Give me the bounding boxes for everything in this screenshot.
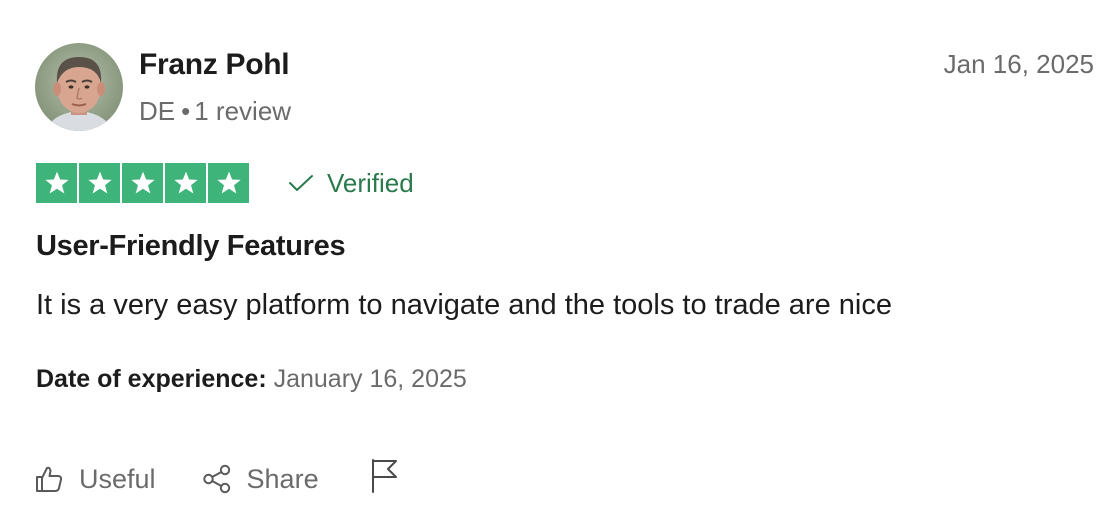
verified-badge[interactable]: Verified [288, 166, 414, 200]
share-button[interactable]: Share [202, 459, 319, 499]
reviewer-photo-icon [35, 43, 123, 131]
star-icon [208, 163, 249, 203]
meta-separator: • [181, 96, 191, 126]
star-icon [122, 163, 163, 203]
reviewer-name[interactable]: Franz Pohl [139, 47, 290, 83]
verified-label: Verified [327, 168, 414, 198]
review-body: It is a very easy platform to navigate a… [36, 289, 892, 321]
star-rating [36, 163, 249, 203]
share-icon [202, 464, 232, 494]
star-icon [79, 163, 120, 203]
avatar[interactable] [35, 43, 123, 131]
check-icon [288, 174, 314, 192]
share-label: Share [246, 463, 319, 494]
review-actions: Useful Share [34, 458, 399, 499]
useful-button[interactable]: Useful [34, 459, 156, 499]
star-icon [165, 163, 206, 203]
reviewer-review-count: 1 review [194, 96, 292, 126]
thumbs-up-icon [34, 464, 64, 494]
reviewer-country: DE [139, 96, 176, 126]
experience-date: January 16, 2025 [273, 365, 467, 393]
reviewer-meta: DE • 1 review [139, 95, 291, 127]
flag-icon [369, 458, 399, 499]
review-title: User-Friendly Features [36, 230, 346, 262]
date-of-experience: Date of experience: January 16, 2025 [36, 363, 467, 395]
star-icon [36, 163, 77, 203]
report-button[interactable] [369, 458, 399, 499]
experience-label: Date of experience: [36, 365, 267, 393]
useful-label: Useful [79, 463, 156, 494]
review-date: Jan 16, 2025 [943, 49, 1094, 79]
